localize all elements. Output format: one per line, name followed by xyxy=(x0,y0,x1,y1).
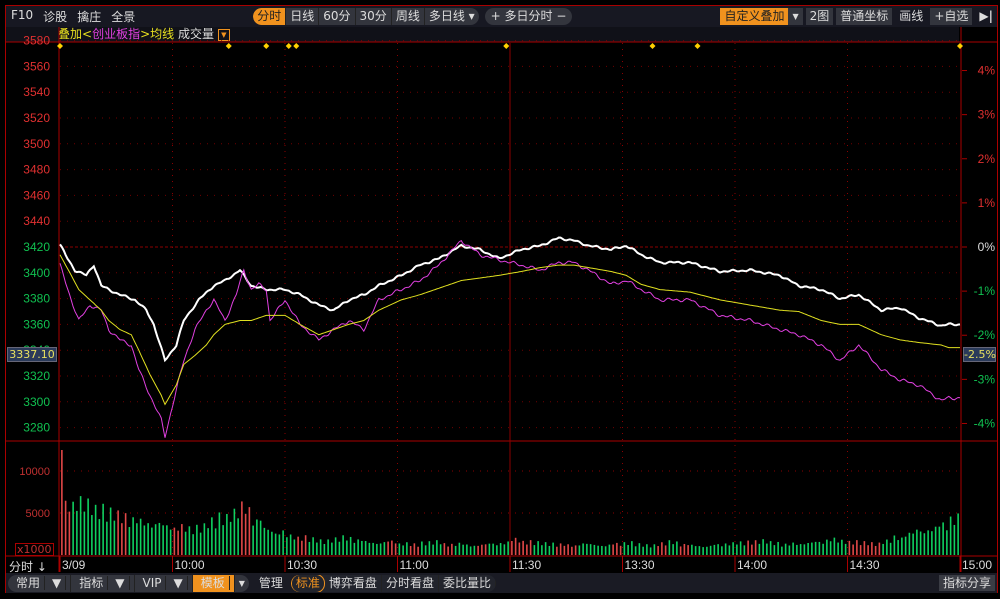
tab-vip[interactable]: VIP ▼ xyxy=(135,574,193,592)
draw-line-button[interactable]: 画线 xyxy=(895,8,927,25)
coordinate-button[interactable]: 普通坐标 xyxy=(836,8,893,25)
top-toolbar: F10 诊股 擒庄 全景 分时 日线 60分 30分 周线 多日线 ▾ + 多日… xyxy=(6,6,997,27)
arrow-down-icon: ↓ xyxy=(33,560,47,574)
chart-legend: 叠加<创业板指>均线 成交量 ▼ xyxy=(6,27,959,42)
template-dropdown-icon[interactable]: ▼ xyxy=(235,575,249,592)
overlay-index-label[interactable]: 创业板指 xyxy=(92,27,140,41)
tab-daily[interactable]: 日线 xyxy=(286,8,320,25)
add-watchlist-button[interactable]: +自选 xyxy=(930,8,973,25)
share-indicator-button[interactable]: 指标分享 xyxy=(938,575,995,591)
view-ratio[interactable]: 委比量比 xyxy=(439,574,496,592)
overlay-label[interactable]: 叠加< xyxy=(58,27,92,41)
tab-intraday[interactable]: 分时 xyxy=(253,8,287,25)
two-chart-button[interactable]: 2图 xyxy=(805,8,834,25)
avg-line-label: >均线 xyxy=(140,27,175,41)
period-tabs: 分时 日线 60分 30分 周线 多日线 ▾ xyxy=(253,8,479,25)
price-cursor-label: 3337.10 xyxy=(7,347,57,362)
tab-template[interactable]: 模板 xyxy=(192,574,235,592)
pct-cursor-label: -2.5% xyxy=(963,347,996,362)
bottom-toolbar: 常用 ▼ 指标 ▼ VIP ▼ 模板 ▼ 管理 标准 博弈看盘 分时看盘 委比量比 指… xyxy=(6,573,997,593)
volume-label: 成交量 xyxy=(177,27,214,41)
view-standard[interactable]: 标准 xyxy=(290,574,325,592)
view-game[interactable]: 博弈看盘 xyxy=(325,574,382,592)
view-intraday[interactable]: 分时看盘 xyxy=(382,574,439,592)
tab-common[interactable]: 常用 ▼ xyxy=(8,574,72,592)
window-frame xyxy=(5,5,998,593)
multi-day-intraday-button[interactable]: + 多日分时 − xyxy=(485,8,573,25)
legend-dropdown-icon[interactable]: ▼ xyxy=(217,28,230,41)
time-mode-label: 分时 xyxy=(9,560,34,574)
f10-button[interactable]: F10 xyxy=(11,8,33,25)
diagnose-button[interactable]: 诊股 xyxy=(43,8,67,25)
panorama-button[interactable]: 全景 xyxy=(111,8,135,25)
tab-weekly[interactable]: 周线 xyxy=(392,8,425,25)
tab-indicators[interactable]: 指标 ▼ xyxy=(71,574,135,592)
collapse-icon[interactable]: ▶| xyxy=(975,8,997,25)
tab-60min[interactable]: 60分 xyxy=(319,8,356,25)
volume-unit-label: x1000 xyxy=(15,543,54,556)
manage-button[interactable]: 管理 xyxy=(255,575,287,591)
chevron-down-icon[interactable]: ▼ xyxy=(788,8,803,25)
tab-30min[interactable]: 30分 xyxy=(356,8,392,25)
custom-overlay-button[interactable]: 自定义叠加 xyxy=(720,8,789,25)
tab-multiday[interactable]: 多日线 ▾ xyxy=(425,8,479,25)
qinzhuang-button[interactable]: 擒庄 xyxy=(77,8,101,25)
